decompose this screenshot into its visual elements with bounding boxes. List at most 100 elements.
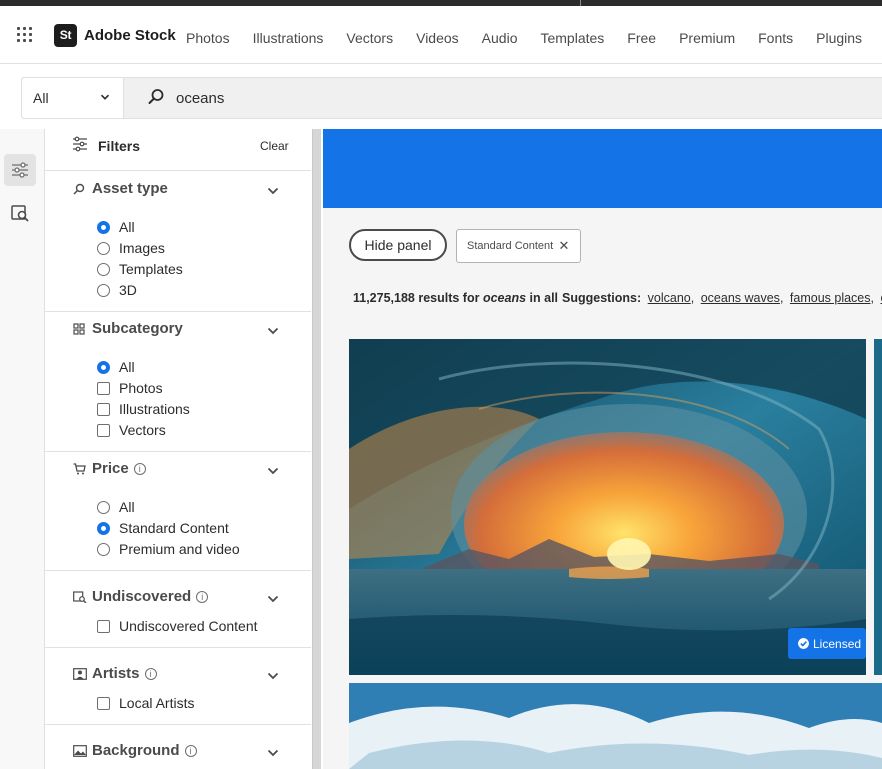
adobe-stock-logo[interactable]: St bbox=[54, 24, 77, 47]
nav-premium[interactable]: Premium bbox=[679, 30, 735, 46]
chevron-down-icon[interactable] bbox=[267, 327, 279, 335]
filter-section-header[interactable]: Background i bbox=[45, 734, 311, 764]
filters-toggle-button[interactable] bbox=[4, 154, 36, 186]
filter-section-header[interactable]: Price i bbox=[45, 452, 311, 482]
main-nav: Photos Illustrations Vectors Videos Audi… bbox=[186, 30, 882, 46]
checkbox[interactable] bbox=[97, 696, 110, 710]
checkbox-local-artists[interactable]: Local Artists bbox=[97, 693, 194, 713]
search-box: All bbox=[21, 77, 882, 119]
result-image[interactable] bbox=[349, 683, 882, 769]
filter-section-background: Background i bbox=[45, 725, 311, 769]
result-image[interactable] bbox=[349, 339, 866, 675]
radio-price-all[interactable]: All bbox=[97, 497, 135, 517]
checkbox[interactable] bbox=[97, 619, 110, 633]
checkbox-subcategory-photos[interactable]: Photos bbox=[97, 378, 163, 398]
nav-photos[interactable]: Photos bbox=[186, 30, 230, 46]
checkbox-subcategory-illustrations[interactable]: Illustrations bbox=[97, 399, 190, 419]
chevron-down-icon[interactable] bbox=[267, 672, 279, 680]
info-icon[interactable]: i bbox=[184, 745, 197, 757]
licensed-badge: Licensed bbox=[788, 628, 866, 659]
filter-section-header[interactable]: Artists i bbox=[45, 657, 311, 687]
info-icon[interactable]: i bbox=[133, 463, 146, 475]
sliders-icon bbox=[12, 162, 28, 178]
search-icon bbox=[148, 89, 164, 104]
app-grid-icon[interactable] bbox=[17, 27, 33, 43]
radio-price-standard[interactable]: Standard Content bbox=[97, 518, 229, 538]
filter-section-header[interactable]: Subcategory bbox=[45, 312, 311, 342]
chevron-down-icon[interactable] bbox=[267, 595, 279, 603]
option-label: Images bbox=[119, 240, 165, 256]
ocean-wave-photo bbox=[349, 339, 866, 675]
radio-button[interactable] bbox=[97, 241, 110, 255]
suggestions-label: Suggestions: bbox=[562, 291, 642, 305]
visual-search-button[interactable] bbox=[4, 197, 36, 229]
filter-section-title: Background i bbox=[92, 742, 197, 759]
radio-asset-all[interactable]: All bbox=[97, 217, 135, 237]
image-search-icon bbox=[11, 205, 29, 222]
grid-icon bbox=[73, 323, 85, 335]
info-icon[interactable]: i bbox=[144, 668, 157, 680]
filter-section-header[interactable]: Asset type bbox=[45, 172, 311, 202]
radio-asset-images[interactable]: Images bbox=[97, 238, 165, 258]
search-icon bbox=[73, 183, 85, 195]
option-label: Undiscovered Content bbox=[119, 618, 258, 634]
radio-button[interactable] bbox=[97, 283, 110, 297]
result-image[interactable] bbox=[874, 339, 882, 675]
nav-illustrations[interactable]: Illustrations bbox=[253, 30, 324, 46]
clear-filters-button[interactable]: Clear bbox=[260, 139, 289, 153]
filter-section-title: Asset type bbox=[92, 180, 168, 197]
checkbox[interactable] bbox=[97, 423, 110, 437]
option-label: All bbox=[119, 499, 135, 515]
nav-vectors[interactable]: Vectors bbox=[346, 30, 393, 46]
chevron-down-icon[interactable] bbox=[267, 187, 279, 195]
radio-button[interactable] bbox=[97, 542, 110, 556]
nav-fonts[interactable]: Fonts bbox=[758, 30, 793, 46]
radio-button[interactable] bbox=[97, 360, 110, 374]
radio-button[interactable] bbox=[97, 521, 110, 535]
radio-subcategory-all[interactable]: All bbox=[97, 357, 135, 377]
scope-select[interactable]: All bbox=[22, 78, 124, 118]
nav-videos[interactable]: Videos bbox=[416, 30, 459, 46]
filter-section-price: Price i All Standard Content Premium and … bbox=[45, 452, 311, 571]
suggestion-link[interactable]: famous places bbox=[790, 291, 871, 305]
promo-banner[interactable] bbox=[323, 129, 882, 208]
suggestion-link[interactable]: oceans waves bbox=[701, 291, 780, 305]
filters-title: Filters bbox=[98, 138, 141, 154]
search-input[interactable] bbox=[176, 85, 776, 111]
option-label: 3D bbox=[119, 282, 137, 298]
nav-free[interactable]: Free bbox=[627, 30, 656, 46]
filter-section-title: Undiscovered i bbox=[92, 588, 209, 605]
filter-section-artists: Artists i Local Artists bbox=[45, 648, 311, 725]
checkbox-subcategory-vectors[interactable]: Vectors bbox=[97, 420, 166, 440]
nav-audio[interactable]: Audio bbox=[482, 30, 518, 46]
radio-asset-templates[interactable]: Templates bbox=[97, 259, 183, 279]
brand-name[interactable]: Adobe Stock bbox=[84, 27, 176, 44]
hide-panel-button[interactable]: Hide panel bbox=[349, 229, 447, 261]
radio-asset-3d[interactable]: 3D bbox=[97, 280, 137, 300]
chip-label: Standard Content bbox=[467, 240, 554, 252]
radio-button[interactable] bbox=[97, 500, 110, 514]
nav-templates[interactable]: Templates bbox=[540, 30, 604, 46]
checkbox-undiscovered-content[interactable]: Undiscovered Content bbox=[97, 616, 258, 636]
results-area: Hide panel Standard Content ✕ 11,275,188… bbox=[323, 129, 882, 769]
option-label: Photos bbox=[119, 380, 163, 396]
info-icon[interactable]: i bbox=[196, 591, 209, 603]
radio-button[interactable] bbox=[97, 220, 110, 234]
chevron-down-icon[interactable] bbox=[267, 749, 279, 757]
panel-resize-handle[interactable] bbox=[312, 129, 321, 769]
nav-plugins[interactable]: Plugins bbox=[816, 30, 862, 46]
filter-section-header[interactable]: Undiscovered i bbox=[45, 580, 311, 610]
close-icon[interactable]: ✕ bbox=[556, 237, 572, 255]
chevron-down-icon[interactable] bbox=[267, 467, 279, 475]
suggestion-link[interactable]: volcano bbox=[648, 291, 691, 305]
suggestions: Suggestions: volcano, oceans waves, famo… bbox=[562, 291, 882, 305]
radio-price-premium[interactable]: Premium and video bbox=[97, 539, 240, 559]
top-navigation-bar: St Adobe Stock Photos Illustrations Vect… bbox=[0, 6, 882, 64]
checkbox[interactable] bbox=[97, 381, 110, 395]
checkbox[interactable] bbox=[97, 402, 110, 416]
radio-button[interactable] bbox=[97, 262, 110, 276]
filter-section-undiscovered: Undiscovered i Undiscovered Content bbox=[45, 571, 311, 648]
filter-section-subcategory: Subcategory All Photos Illustrations Vec… bbox=[45, 312, 311, 452]
filters-panel: Filters Clear Asset type All Images Temp… bbox=[44, 129, 311, 769]
option-label: Templates bbox=[119, 261, 183, 277]
